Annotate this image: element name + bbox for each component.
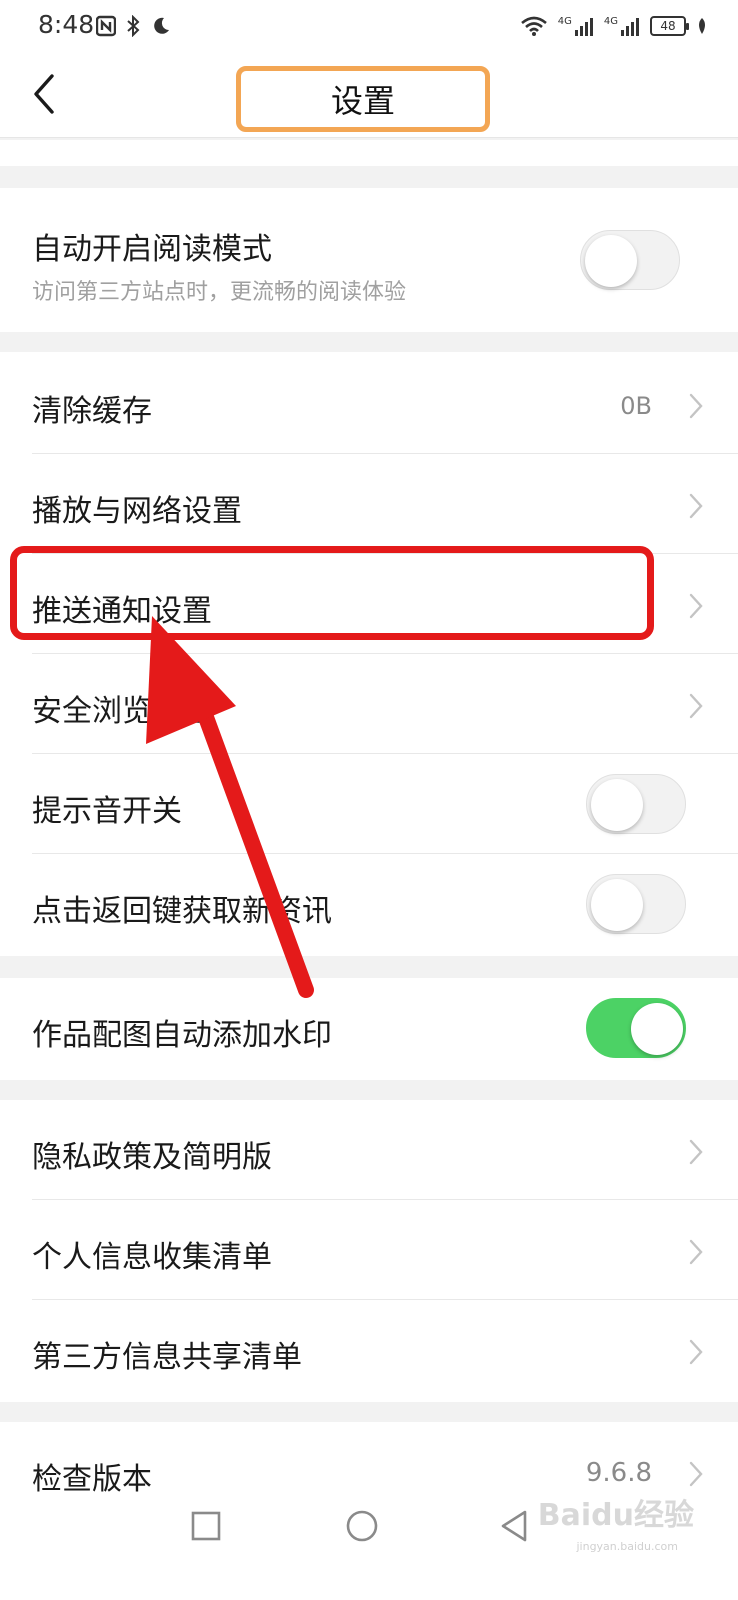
sound-toggle[interactable]	[586, 774, 686, 834]
row-label: 提示音开关	[32, 794, 182, 829]
push-notification-row[interactable]: 推送通知设置	[0, 554, 738, 654]
back-button[interactable]	[24, 68, 68, 120]
triangle-back-icon[interactable]	[498, 1508, 530, 1544]
circle-icon[interactable]	[344, 1508, 380, 1544]
signal-2: 4G	[604, 16, 640, 36]
page-title: 设置	[330, 82, 395, 120]
row-label: 隐私政策及简明版	[32, 1140, 272, 1175]
status-left-icons	[95, 12, 171, 37]
chevron-right-icon	[689, 693, 703, 719]
toggle-knob	[591, 779, 643, 831]
chevron-left-icon	[34, 74, 54, 114]
chevron-right-icon	[689, 593, 703, 619]
general-settings-group: 清除缓存 0B 播放与网络设置 推送通知设置 安全浏览设置 提示音开关 点击返回…	[0, 352, 738, 956]
reading-mode-label: 自动开启阅读模式	[32, 232, 272, 267]
privacy-group: 隐私政策及简明版 个人信息收集清单 第三方信息共享清单	[0, 1100, 738, 1402]
chevron-right-icon	[689, 1139, 703, 1165]
chevron-right-icon	[689, 1339, 703, 1365]
reading-mode-card: 自动开启阅读模式 访问第三方站点时，更流畅的阅读体验	[0, 188, 738, 332]
watermark-toggle[interactable]	[586, 998, 686, 1058]
back-key-refresh-toggle[interactable]	[586, 874, 686, 934]
baidu-watermark-url: jingyan.baidu.com	[576, 1540, 678, 1553]
signal-1: 4G	[558, 16, 594, 36]
status-time: 8:48	[38, 10, 95, 39]
row-label: 个人信息收集清单	[32, 1240, 272, 1275]
row-label: 点击返回键获取新资讯	[32, 894, 332, 929]
baidu-watermark: Baidu经验	[537, 1498, 694, 1533]
row-label: 推送通知设置	[32, 594, 212, 629]
safe-browsing-row[interactable]: 安全浏览设置	[0, 654, 738, 754]
bluetooth-icon	[127, 14, 140, 37]
row-label: 播放与网络设置	[32, 494, 242, 529]
row-label: 清除缓存	[32, 394, 152, 429]
signal-bars-icon	[621, 18, 639, 36]
personal-info-row[interactable]: 个人信息收集清单	[0, 1200, 738, 1300]
reading-mode-toggle[interactable]	[580, 230, 680, 290]
toggle-knob	[591, 879, 643, 931]
status-bar: 8:48 4G 4G 48	[0, 0, 738, 56]
third-party-sharing-row[interactable]: 第三方信息共享清单	[0, 1300, 738, 1400]
playback-network-row[interactable]: 播放与网络设置	[0, 454, 738, 554]
chevron-right-icon	[689, 493, 703, 519]
status-right: 4G 4G 48	[520, 12, 708, 40]
moon-icon	[153, 17, 169, 34]
title-bar: 设置	[0, 56, 738, 138]
battery-icon: 48	[650, 16, 689, 36]
watermark-card: 作品配图自动添加水印	[0, 978, 738, 1080]
square-icon[interactable]	[190, 1510, 222, 1542]
back-key-refresh-row: 点击返回键获取新资讯	[0, 854, 738, 954]
reading-mode-description: 访问第三方站点时，更流畅的阅读体验	[32, 280, 407, 305]
chevron-right-icon	[689, 1239, 703, 1265]
toggle-knob	[631, 1003, 683, 1055]
signal-bars-icon	[574, 18, 593, 36]
leaf-icon	[699, 18, 705, 34]
chevron-right-icon	[689, 393, 703, 419]
sound-toggle-row: 提示音开关	[0, 754, 738, 854]
title-highlight: 设置	[236, 66, 490, 132]
privacy-policy-row[interactable]: 隐私政策及简明版	[0, 1100, 738, 1200]
wifi-icon	[520, 16, 547, 36]
cache-size: 0B	[620, 392, 652, 420]
nfc-icon	[95, 15, 117, 36]
watermark-label: 作品配图自动添加水印	[32, 1018, 332, 1053]
toggle-knob	[585, 235, 637, 287]
clear-cache-row[interactable]: 清除缓存 0B	[0, 354, 738, 454]
row-label: 安全浏览设置	[32, 694, 212, 729]
top-strip	[0, 140, 738, 166]
row-label: 第三方信息共享清单	[32, 1340, 302, 1375]
